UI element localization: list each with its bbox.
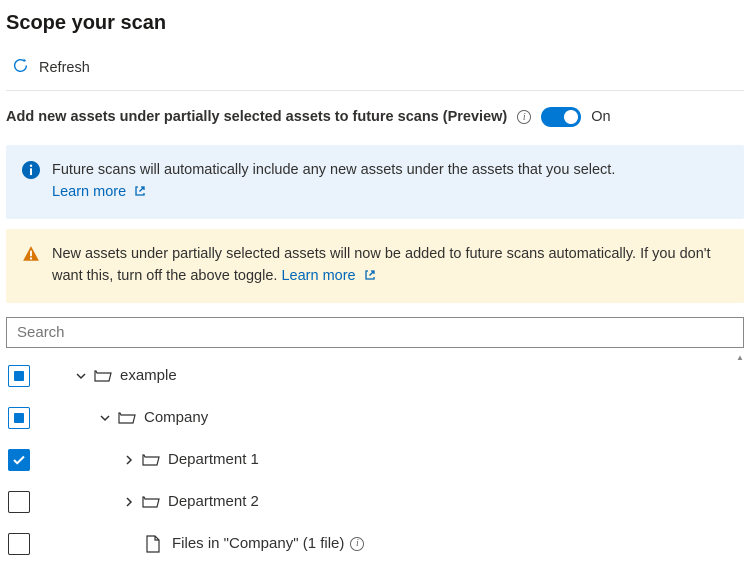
file-icon — [146, 535, 166, 553]
chevron-down-icon[interactable] — [96, 412, 114, 424]
checkbox-partial[interactable] — [8, 365, 30, 387]
tree-label: example — [120, 367, 177, 384]
refresh-label: Refresh — [39, 60, 90, 76]
tree-row-files[interactable]: Files in "Company" (1 file) i — [6, 523, 744, 565]
info-icon[interactable]: i — [350, 537, 364, 551]
chevron-right-icon[interactable] — [120, 496, 138, 508]
page-title: Scope your scan — [6, 12, 744, 35]
tree-label: Department 1 — [168, 451, 259, 468]
folder-icon — [118, 411, 138, 425]
folder-icon — [142, 495, 162, 509]
warning-banner: New assets under partially selected asse… — [6, 229, 744, 303]
scrollbar[interactable] — [736, 355, 744, 565]
checkbox-checked[interactable] — [8, 449, 30, 471]
tree-row-department-1[interactable]: Department 1 — [6, 439, 744, 481]
chevron-down-icon[interactable] — [72, 370, 90, 382]
divider — [6, 90, 744, 91]
refresh-button[interactable]: Refresh — [6, 53, 96, 82]
warning-learn-more-link[interactable]: Learn more — [281, 268, 375, 284]
info-banner: Future scans will automatically include … — [6, 145, 744, 219]
tree-label: Department 2 — [168, 493, 259, 510]
info-icon[interactable]: i — [517, 110, 531, 124]
info-banner-text: Future scans will automatically include … — [52, 162, 615, 178]
checkbox-unchecked[interactable] — [8, 533, 30, 555]
folder-icon — [142, 453, 162, 467]
asset-tree: example Company — [6, 354, 744, 565]
tree-row-example[interactable]: example — [6, 355, 744, 397]
chevron-right-icon[interactable] — [120, 454, 138, 466]
toggle-state: On — [591, 109, 610, 125]
search-input[interactable] — [6, 317, 744, 348]
checkbox-partial[interactable] — [8, 407, 30, 429]
warning-triangle-icon — [22, 245, 40, 270]
checkbox-unchecked[interactable] — [8, 491, 30, 513]
refresh-icon — [12, 57, 29, 78]
tree-label: Files in "Company" (1 file) — [172, 535, 344, 552]
warning-banner-text: New assets under partially selected asse… — [52, 246, 711, 284]
tree-label: Company — [144, 409, 208, 426]
external-link-icon — [134, 182, 146, 204]
toggle-label: Add new assets under partially selected … — [6, 109, 507, 125]
tree-row-department-2[interactable]: Department 2 — [6, 481, 744, 523]
info-learn-more-link[interactable]: Learn more — [52, 184, 146, 200]
external-link-icon — [364, 266, 376, 288]
folder-icon — [94, 369, 114, 383]
tree-row-company[interactable]: Company — [6, 397, 744, 439]
auto-include-toggle[interactable] — [541, 107, 581, 127]
info-circle-icon — [22, 161, 40, 186]
